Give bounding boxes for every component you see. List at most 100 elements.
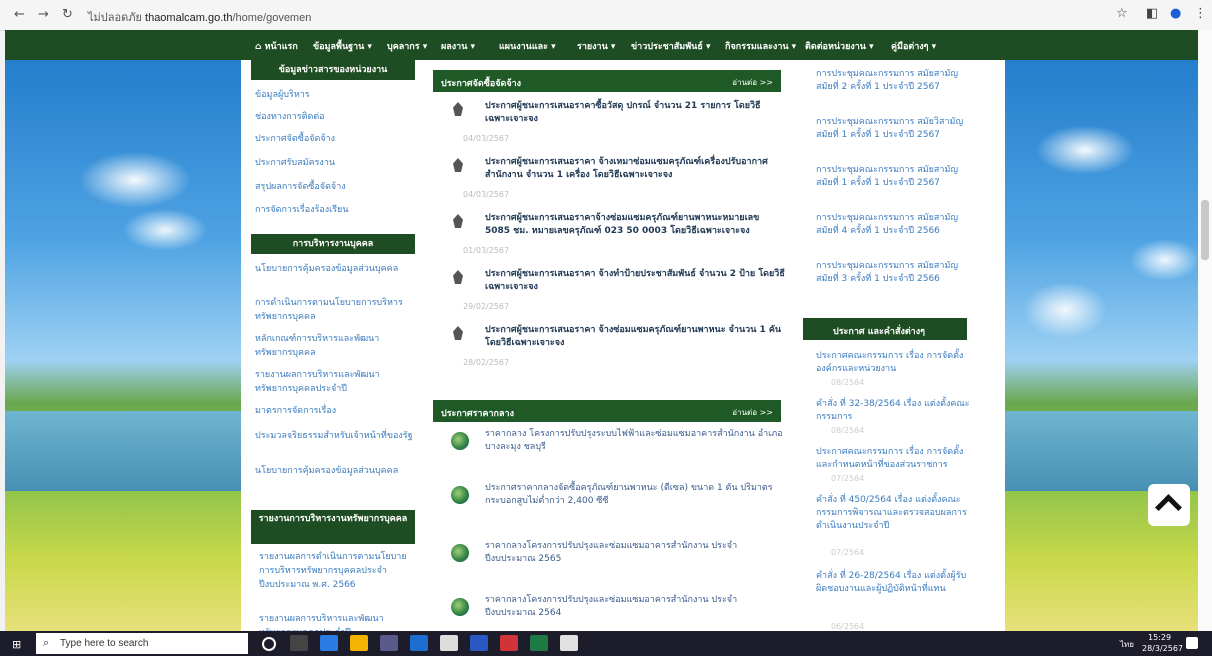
nav-item-1[interactable]: บุคลากร ▾ [387, 39, 427, 53]
extension-icon[interactable]: ◧ [1146, 6, 1158, 21]
windows-taskbar: ⊞ ⌕ Type here to search ไทย 15:29 28/3/2… [0, 631, 1212, 656]
procurement-date-2: 01/03/2567 [463, 246, 510, 255]
left-link-5[interactable]: การจัดการเรื่องร้องเรียน [255, 203, 415, 217]
left-hr-link-5[interactable]: ประมวลจริยธรรมสำหรับเจ้าหน้าที่ของรัฐ [255, 429, 415, 443]
left-link-1[interactable]: ช่องทางการติดต่อ [255, 110, 415, 124]
price-item-1[interactable]: ประกาศราคากลางจัดซื้อครุภัณฑ์ยานพาหนะ (ด… [485, 482, 785, 508]
acrobat-icon[interactable] [500, 635, 518, 651]
scrollbar-thumb[interactable] [1201, 200, 1209, 260]
notice-link-0[interactable]: ประกาศคณะกรรมการ เรื่อง การจัดตั้งองค์กร… [816, 350, 974, 376]
cortana-icon[interactable] [262, 637, 276, 651]
meeting-link-0[interactable]: การประชุมคณะกรรมการ สมัยสามัญ สมัยที่ 2 … [816, 68, 974, 94]
procurement-item-1[interactable]: ประกาศผู้ชนะการเสนอราคา จ้างเหมาซ่อมแซมค… [485, 156, 785, 182]
nav-item-8[interactable]: คู่มือต่างๆ ▾ [891, 39, 936, 53]
globe-icon [451, 598, 469, 616]
search-icon: ⌕ [43, 636, 50, 649]
left-report-link-1[interactable]: รายงานผลการบริหารและพัฒนาทรัพยากรบุคคลปร… [259, 612, 419, 631]
price-item-3[interactable]: ราคากลางโครงการปรับปรุงและซ่อมแซมอาคารสำ… [485, 594, 785, 620]
mail-icon[interactable] [440, 635, 458, 651]
left-section-title-info: ข้อมูลข่าวสารของหน่วยงาน [251, 60, 415, 80]
file-explorer-icon[interactable] [350, 635, 368, 651]
tray-language[interactable]: ไทย [1120, 638, 1134, 651]
notice-link-4[interactable]: คำสั่ง ที่ 26-28/2564 เรื่อง แต่งตั้งผู้… [816, 570, 974, 596]
task-view-icon[interactable] [290, 635, 308, 651]
left-hr-link-6[interactable]: นโยบายการคุ้มครองข้อมูลส่วนบุคคล [255, 464, 415, 478]
store-icon[interactable] [380, 635, 398, 651]
globe-icon [451, 486, 469, 504]
procurement-item-0[interactable]: ประกาศผู้ชนะการเสนอราคาซื้อวัสดุ ปกรณ์ จ… [485, 100, 785, 126]
security-label[interactable]: ไม่ปลอดภัย [88, 12, 142, 24]
windows-start-icon[interactable]: ⊞ [12, 638, 21, 651]
page-viewport: ⌂ หน้าแรก ข้อมูลพื้นฐาน ▾ บุคลากร ▾ ผลงา… [5, 30, 1198, 631]
notice-date-2: 07/2564 [831, 474, 865, 483]
tray-time[interactable]: 15:29 [1148, 633, 1171, 642]
left-hr-link-0[interactable]: นโยบายการคุ้มครองข้อมูลส่วนบุคคล [255, 262, 415, 276]
nav-item-3[interactable]: แผนงานและ ▾ [499, 39, 556, 53]
left-report-link-0[interactable]: รายงานผลการดำเนินการตามนโยบายการบริหารทร… [259, 550, 419, 592]
procurement-date-3: 29/02/2567 [463, 302, 510, 311]
left-hr-link-1[interactable]: การดำเนินการตามนโยบายการบริหารทรัพยากรบุ… [255, 296, 415, 324]
price-header: ประกาศราคากลาง อ่านต่อ >> [433, 400, 781, 422]
notices-title: ประกาศ และคำสั่งต่างๆ [833, 327, 925, 337]
address-bar[interactable]: ไม่ปลอดภัย thaomalcam.go.th/home/govemen [88, 8, 311, 26]
taskbar-search-placeholder: Type here to search [60, 638, 149, 649]
meeting-link-4[interactable]: การประชุมคณะกรรมการ สมัยสามัญ สมัยที่ 3 … [816, 260, 974, 286]
reload-icon[interactable]: ↻ [62, 7, 73, 22]
procurement-date-1: 04/03/2567 [463, 190, 510, 199]
notices-header: ประกาศ และคำสั่งต่างๆ [803, 318, 967, 340]
nav-item-0[interactable]: ข้อมูลพื้นฐาน ▾ [313, 39, 372, 53]
left-link-2[interactable]: ประกาศจัดซื้อจัดจ้าง [255, 132, 415, 146]
meeting-link-1[interactable]: การประชุมคณะกรรมการ สมัยวิสามัญ สมัยที่ … [816, 116, 974, 142]
nav-home[interactable]: ⌂ หน้าแรก [255, 39, 298, 53]
meeting-link-3[interactable]: การประชุมคณะกรรมการ สมัยสามัญ สมัยที่ 4 … [816, 212, 974, 238]
procurement-more-link[interactable]: อ่านต่อ >> [732, 76, 773, 89]
main-navigation: ⌂ หน้าแรก ข้อมูลพื้นฐาน ▾ บุคลากร ▾ ผลงา… [5, 30, 1198, 60]
left-link-0[interactable]: ข้อมูลผู้บริหาร [255, 88, 415, 102]
price-more-link[interactable]: อ่านต่อ >> [732, 406, 773, 419]
notice-link-2[interactable]: ประกาศคณะกรรมการ เรื่อง การจัดตั้งและกำห… [816, 446, 974, 472]
bookmark-star-icon[interactable]: ☆ [1116, 6, 1128, 21]
price-item-0[interactable]: ราคากลาง โครงการปรับปรุงระบบไฟฟ้าและซ่อม… [485, 428, 785, 454]
excel-icon[interactable] [530, 635, 548, 651]
back-icon[interactable]: ← [14, 7, 25, 22]
nav-home-label: หน้าแรก [264, 42, 298, 52]
nav-item-2[interactable]: ผลงาน ▾ [441, 39, 475, 53]
price-title: ประกาศราคากลาง [441, 409, 514, 419]
nav-item-5[interactable]: ข่าวประชาสัมพันธ์ ▾ [631, 39, 710, 53]
left-section-title-hr: การบริหารงานบุคคล [251, 234, 415, 254]
tray-date[interactable]: 28/3/2567 [1142, 644, 1183, 653]
main-content: ข้อมูลข่าวสารของหน่วยงาน ข้อมูลผู้บริหาร… [241, 60, 1005, 631]
page-scrollbar[interactable] [1198, 30, 1212, 631]
notice-link-3[interactable]: คำสั่ง ที่ 450/2564 เรื่อง แต่งตั้งคณะกร… [816, 494, 974, 533]
scroll-to-top-button[interactable] [1148, 484, 1190, 526]
left-hr-link-4[interactable]: มาตรการจัดการเรื่อง [255, 404, 415, 418]
nav-item-4[interactable]: รายงาน ▾ [577, 39, 615, 53]
notification-icon[interactable] [1186, 637, 1198, 649]
procurement-item-2[interactable]: ประกาศผู้ชนะการเสนอราคาจ้างซ่อมแซมครุภัณ… [485, 212, 785, 238]
nav-item-7[interactable]: ติดต่อหน่วยงาน ▾ [805, 39, 874, 53]
taskbar-search-box[interactable]: ⌕ Type here to search [36, 633, 248, 654]
globe-icon [451, 544, 469, 562]
edge-icon[interactable] [320, 635, 338, 651]
profile-icon[interactable]: ● [1170, 6, 1181, 21]
garuda-seal-icon [449, 100, 467, 118]
nav-item-6[interactable]: กิจกรรมและงาน ▾ [725, 39, 796, 53]
notice-link-1[interactable]: คำสั่ง ที่ 32-38/2564 เรื่อง แต่งตั้งคณะ… [816, 398, 974, 424]
left-hr-link-3[interactable]: รายงานผลการบริหารและพัฒนาทรัพยากรบุคคลปร… [255, 368, 415, 396]
left-hr-link-2[interactable]: หลักเกณฑ์การบริหารและพัฒนาทรัพยากรบุคคล [255, 332, 415, 360]
word-icon[interactable] [470, 635, 488, 651]
left-link-4[interactable]: สรุปผลการจัดซื้อจัดจ้าง [255, 180, 415, 194]
procurement-item-3[interactable]: ประกาศผู้ชนะการเสนอราคา จ้างทำป้ายประชาส… [485, 268, 785, 294]
procurement-header: ประกาศจัดซื้อจัดจ้าง อ่านต่อ >> [433, 70, 781, 92]
price-item-2[interactable]: ราคากลางโครงการปรับปรุงและซ่อมแซมอาคารสำ… [485, 540, 785, 566]
left-link-3[interactable]: ประกาศรับสมัครงาน [255, 156, 415, 170]
forward-icon[interactable]: → [38, 7, 49, 22]
outlook-icon[interactable] [410, 635, 428, 651]
url-path: /home/govemen [232, 12, 312, 24]
procurement-item-4[interactable]: ประกาศผู้ชนะการเสนอราคา จ้างซ่อมแซมครุภั… [485, 324, 785, 350]
chrome-icon[interactable] [560, 635, 578, 651]
meeting-link-2[interactable]: การประชุมคณะกรรมการ สมัยสามัญ สมัยที่ 1 … [816, 164, 974, 190]
menu-icon[interactable]: ⋮ [1194, 6, 1207, 21]
garuda-seal-icon [449, 268, 467, 286]
browser-toolbar: ← → ↻ ไม่ปลอดภัย thaomalcam.go.th/home/g… [0, 0, 1212, 31]
